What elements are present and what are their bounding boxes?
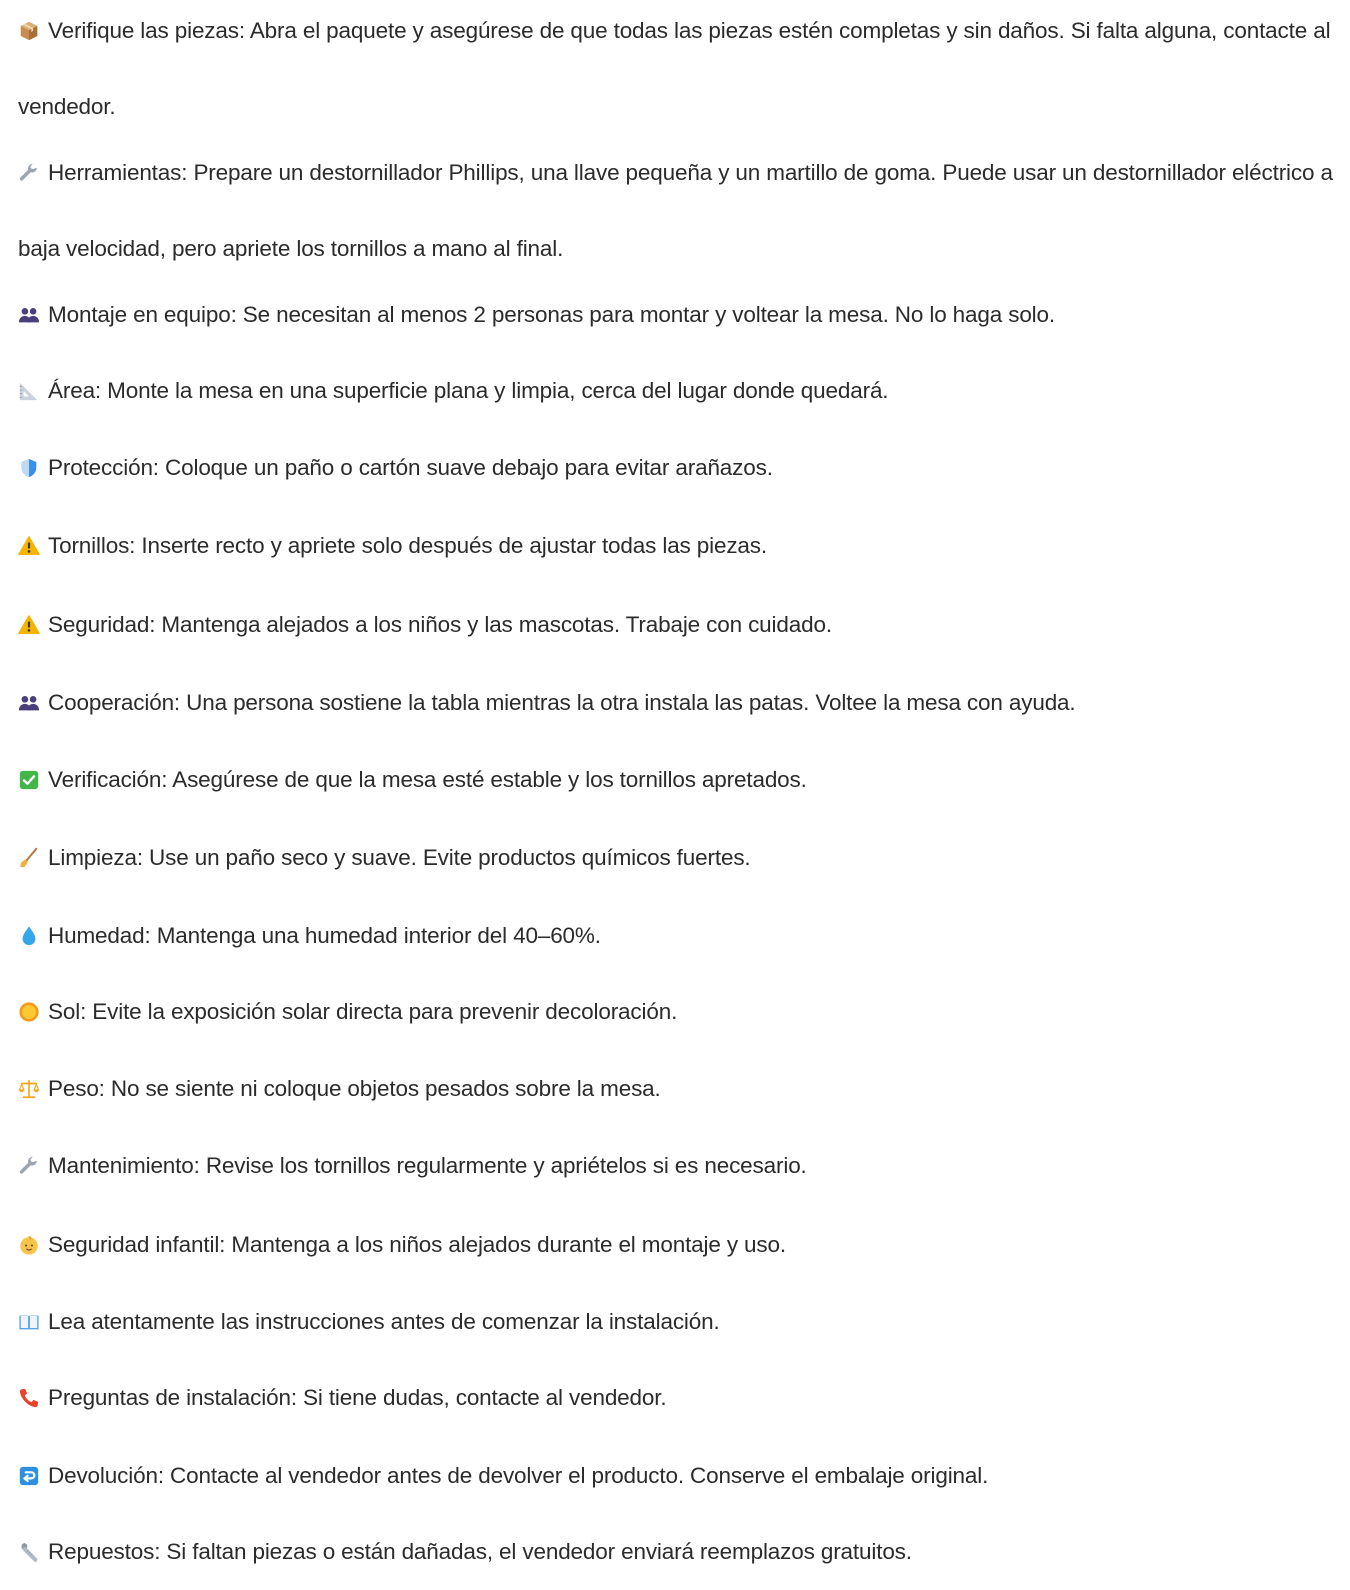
sun-icon xyxy=(18,1001,40,1023)
list-item: Mantenimiento: Revise los tornillos regu… xyxy=(18,1128,1336,1204)
list-item: Repuestos: Si faltan piezas o están daña… xyxy=(18,1514,1336,1590)
list-item: Limpieza: Use un paño seco y suave. Evit… xyxy=(18,820,1336,896)
list-item: Protección: Coloque un paño o cartón sua… xyxy=(18,430,1336,506)
item-text: Mantenimiento: Revise los tornillos regu… xyxy=(48,1153,807,1178)
item-text: Devolución: Contacte al vendedor antes d… xyxy=(48,1463,989,1488)
item-text: Montaje en equipo: Se necesitan al menos… xyxy=(48,302,1055,327)
list-item: Cooperación: Una persona sostiene la tab… xyxy=(18,665,1336,741)
triangular-ruler-icon xyxy=(18,380,40,402)
item-text: Seguridad: Mantenga alejados a los niños… xyxy=(48,612,832,637)
baby-icon xyxy=(18,1234,40,1256)
wrench-icon xyxy=(18,162,40,184)
return-icon xyxy=(18,1465,40,1487)
list-item: Montaje en equipo: Se necesitan al menos… xyxy=(18,277,1336,353)
item-text: Verifique las piezas: Abra el paquete y … xyxy=(18,18,1331,119)
phone-icon xyxy=(18,1387,40,1409)
item-text: Seguridad infantil: Mantenga a los niños… xyxy=(48,1232,786,1257)
list-item: Devolución: Contacte al vendedor antes d… xyxy=(18,1438,1336,1514)
droplet-icon xyxy=(18,925,40,947)
broom-icon xyxy=(18,847,40,869)
item-text: Protección: Coloque un paño o cartón sua… xyxy=(48,455,773,480)
warning-icon xyxy=(18,535,40,557)
item-text: Humedad: Mantenga una humedad interior d… xyxy=(48,923,601,948)
list-item: Humedad: Mantenga una humedad interior d… xyxy=(18,898,1336,974)
list-item: Verificación: Asegúrese de que la mesa e… xyxy=(18,742,1336,818)
list-item: Tornillos: Inserte recto y apriete solo … xyxy=(18,508,1336,584)
item-text: Verificación: Asegúrese de que la mesa e… xyxy=(48,767,807,792)
item-text: Peso: No se siente ni coloque objetos pe… xyxy=(48,1076,661,1101)
item-text: Área: Monte la mesa en una superficie pl… xyxy=(48,378,889,403)
scales-icon xyxy=(18,1078,40,1100)
package-icon xyxy=(18,20,40,42)
list-item: Sol: Evite la exposición solar directa p… xyxy=(18,974,1336,1050)
list-item: Lea atentamente las instrucciones antes … xyxy=(18,1284,1336,1360)
list-item: Seguridad infantil: Mantenga a los niños… xyxy=(18,1207,1336,1283)
item-text: Cooperación: Una persona sostiene la tab… xyxy=(48,690,1076,715)
list-item: Seguridad: Mantenga alejados a los niños… xyxy=(18,587,1336,663)
item-text: Lea atentamente las instrucciones antes … xyxy=(48,1309,720,1334)
item-text: Limpieza: Use un paño seco y suave. Evit… xyxy=(48,845,751,870)
list-item: Herramientas: Prepare un destornillador … xyxy=(18,135,1336,287)
shield-icon xyxy=(18,457,40,479)
list-item: Área: Monte la mesa en una superficie pl… xyxy=(18,353,1336,429)
list-item: Preguntas de instalación: Si tiene dudas… xyxy=(18,1360,1336,1436)
item-text: Repuestos: Si faltan piezas o están daña… xyxy=(48,1539,912,1564)
people-icon xyxy=(18,692,40,714)
book-icon xyxy=(18,1311,40,1333)
check-icon xyxy=(18,769,40,791)
item-text: Herramientas: Prepare un destornillador … xyxy=(18,160,1333,261)
item-text: Preguntas de instalación: Si tiene dudas… xyxy=(48,1385,667,1410)
wrench-icon xyxy=(18,1155,40,1177)
item-text: Sol: Evite la exposición solar directa p… xyxy=(48,999,678,1024)
people-icon xyxy=(18,304,40,326)
list-item: Peso: No se siente ni coloque objetos pe… xyxy=(18,1051,1336,1127)
nut-bolt-icon xyxy=(18,1541,40,1563)
warning-icon xyxy=(18,614,40,636)
item-text: Tornillos: Inserte recto y apriete solo … xyxy=(48,533,767,558)
list-item: Verifique las piezas: Abra el paquete y … xyxy=(18,0,1336,145)
